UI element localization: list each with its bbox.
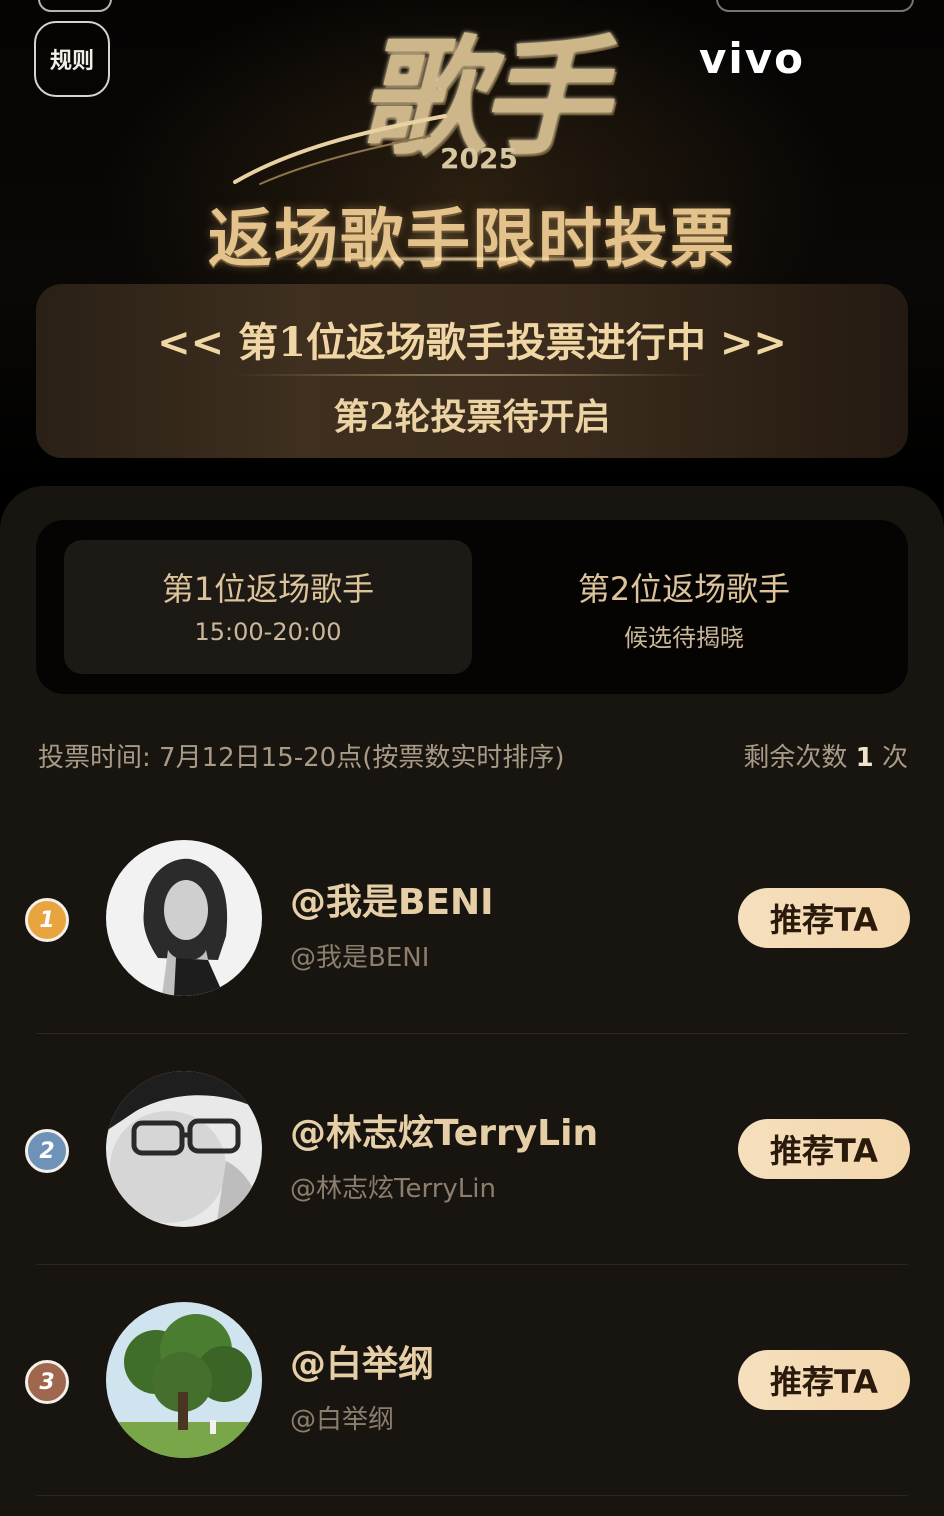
vote-time-info: 投票时间: 7月12日15-20点(按票数实时排序): [38, 743, 565, 773]
candidate-handle[interactable]: @我是BENI: [290, 937, 429, 974]
rules-button[interactable]: 规则: [34, 21, 110, 97]
title-glow: [250, 256, 690, 262]
top-pill-right[interactable]: [716, 0, 914, 12]
avatar[interactable]: [106, 1071, 262, 1227]
rank-badge: 3: [25, 1360, 69, 1404]
recommend-button[interactable]: 推荐TA: [738, 1350, 910, 1410]
top-pill-left[interactable]: [38, 0, 112, 12]
tab-round-1-time: 15:00-20:00: [194, 618, 342, 646]
round-tabs: 第1位返场歌手 15:00-20:00 第2位返场歌手 候选待揭晓: [36, 520, 908, 694]
candidate-row: 3 @白举纲 @白举纲 推荐TA: [0, 1265, 944, 1496]
candidate-name: @我是BENI: [290, 882, 494, 923]
status-current-round: << 第1位返场歌手投票进行中 >>: [157, 319, 787, 366]
avatar-portrait-icon: [106, 1071, 262, 1227]
avatar-tree-icon: [106, 1302, 262, 1458]
candidate-handle[interactable]: @白举纲: [290, 1399, 394, 1436]
rank-badge: 2: [25, 1129, 69, 1173]
recommend-button[interactable]: 推荐TA: [738, 888, 910, 948]
avatar-portrait-icon: [106, 840, 262, 996]
remaining-votes-count: 1: [855, 743, 874, 773]
remaining-votes: 剩余次数 1 次: [743, 737, 908, 774]
candidate-name: @白举纲: [290, 1344, 435, 1385]
tab-round-2-label: 第2位返场歌手: [577, 570, 791, 608]
show-year: 2025: [440, 142, 518, 175]
page-title: 返场歌手限时投票: [208, 202, 736, 277]
row-divider: [36, 1495, 908, 1496]
tab-round-1[interactable]: 第1位返场歌手 15:00-20:00: [64, 540, 472, 674]
tab-round-2-status: 候选待揭晓: [624, 624, 744, 652]
status-divider: [236, 374, 708, 376]
logo-swoosh-icon: [233, 114, 447, 185]
candidate-handle[interactable]: @林志炫TerryLin: [290, 1168, 496, 1205]
tab-round-1-label: 第1位返场歌手: [161, 570, 375, 608]
candidate-row: 1 @我是BENI @我是BENI 推荐TA: [0, 803, 944, 1034]
vivo-logo: vivo: [698, 34, 805, 83]
recommend-button[interactable]: 推荐TA: [738, 1119, 910, 1179]
status-next-round: 第2轮投票待开启: [333, 396, 611, 438]
candidate-name: @林志炫TerryLin: [290, 1113, 599, 1154]
rank-badge: 1: [25, 898, 69, 942]
remaining-votes-prefix: 剩余次数: [743, 743, 848, 773]
candidate-row: 2 @林志炫TerryLin @林志炫TerryLin 推荐TA: [0, 1034, 944, 1265]
tab-round-2[interactable]: 第2位返场歌手 候选待揭晓: [480, 540, 888, 674]
avatar[interactable]: [106, 1302, 262, 1458]
voting-status-banner: << 第1位返场歌手投票进行中 >> 第2轮投票待开启: [36, 284, 908, 458]
avatar[interactable]: [106, 840, 262, 996]
remaining-votes-suffix: 次: [881, 743, 908, 773]
